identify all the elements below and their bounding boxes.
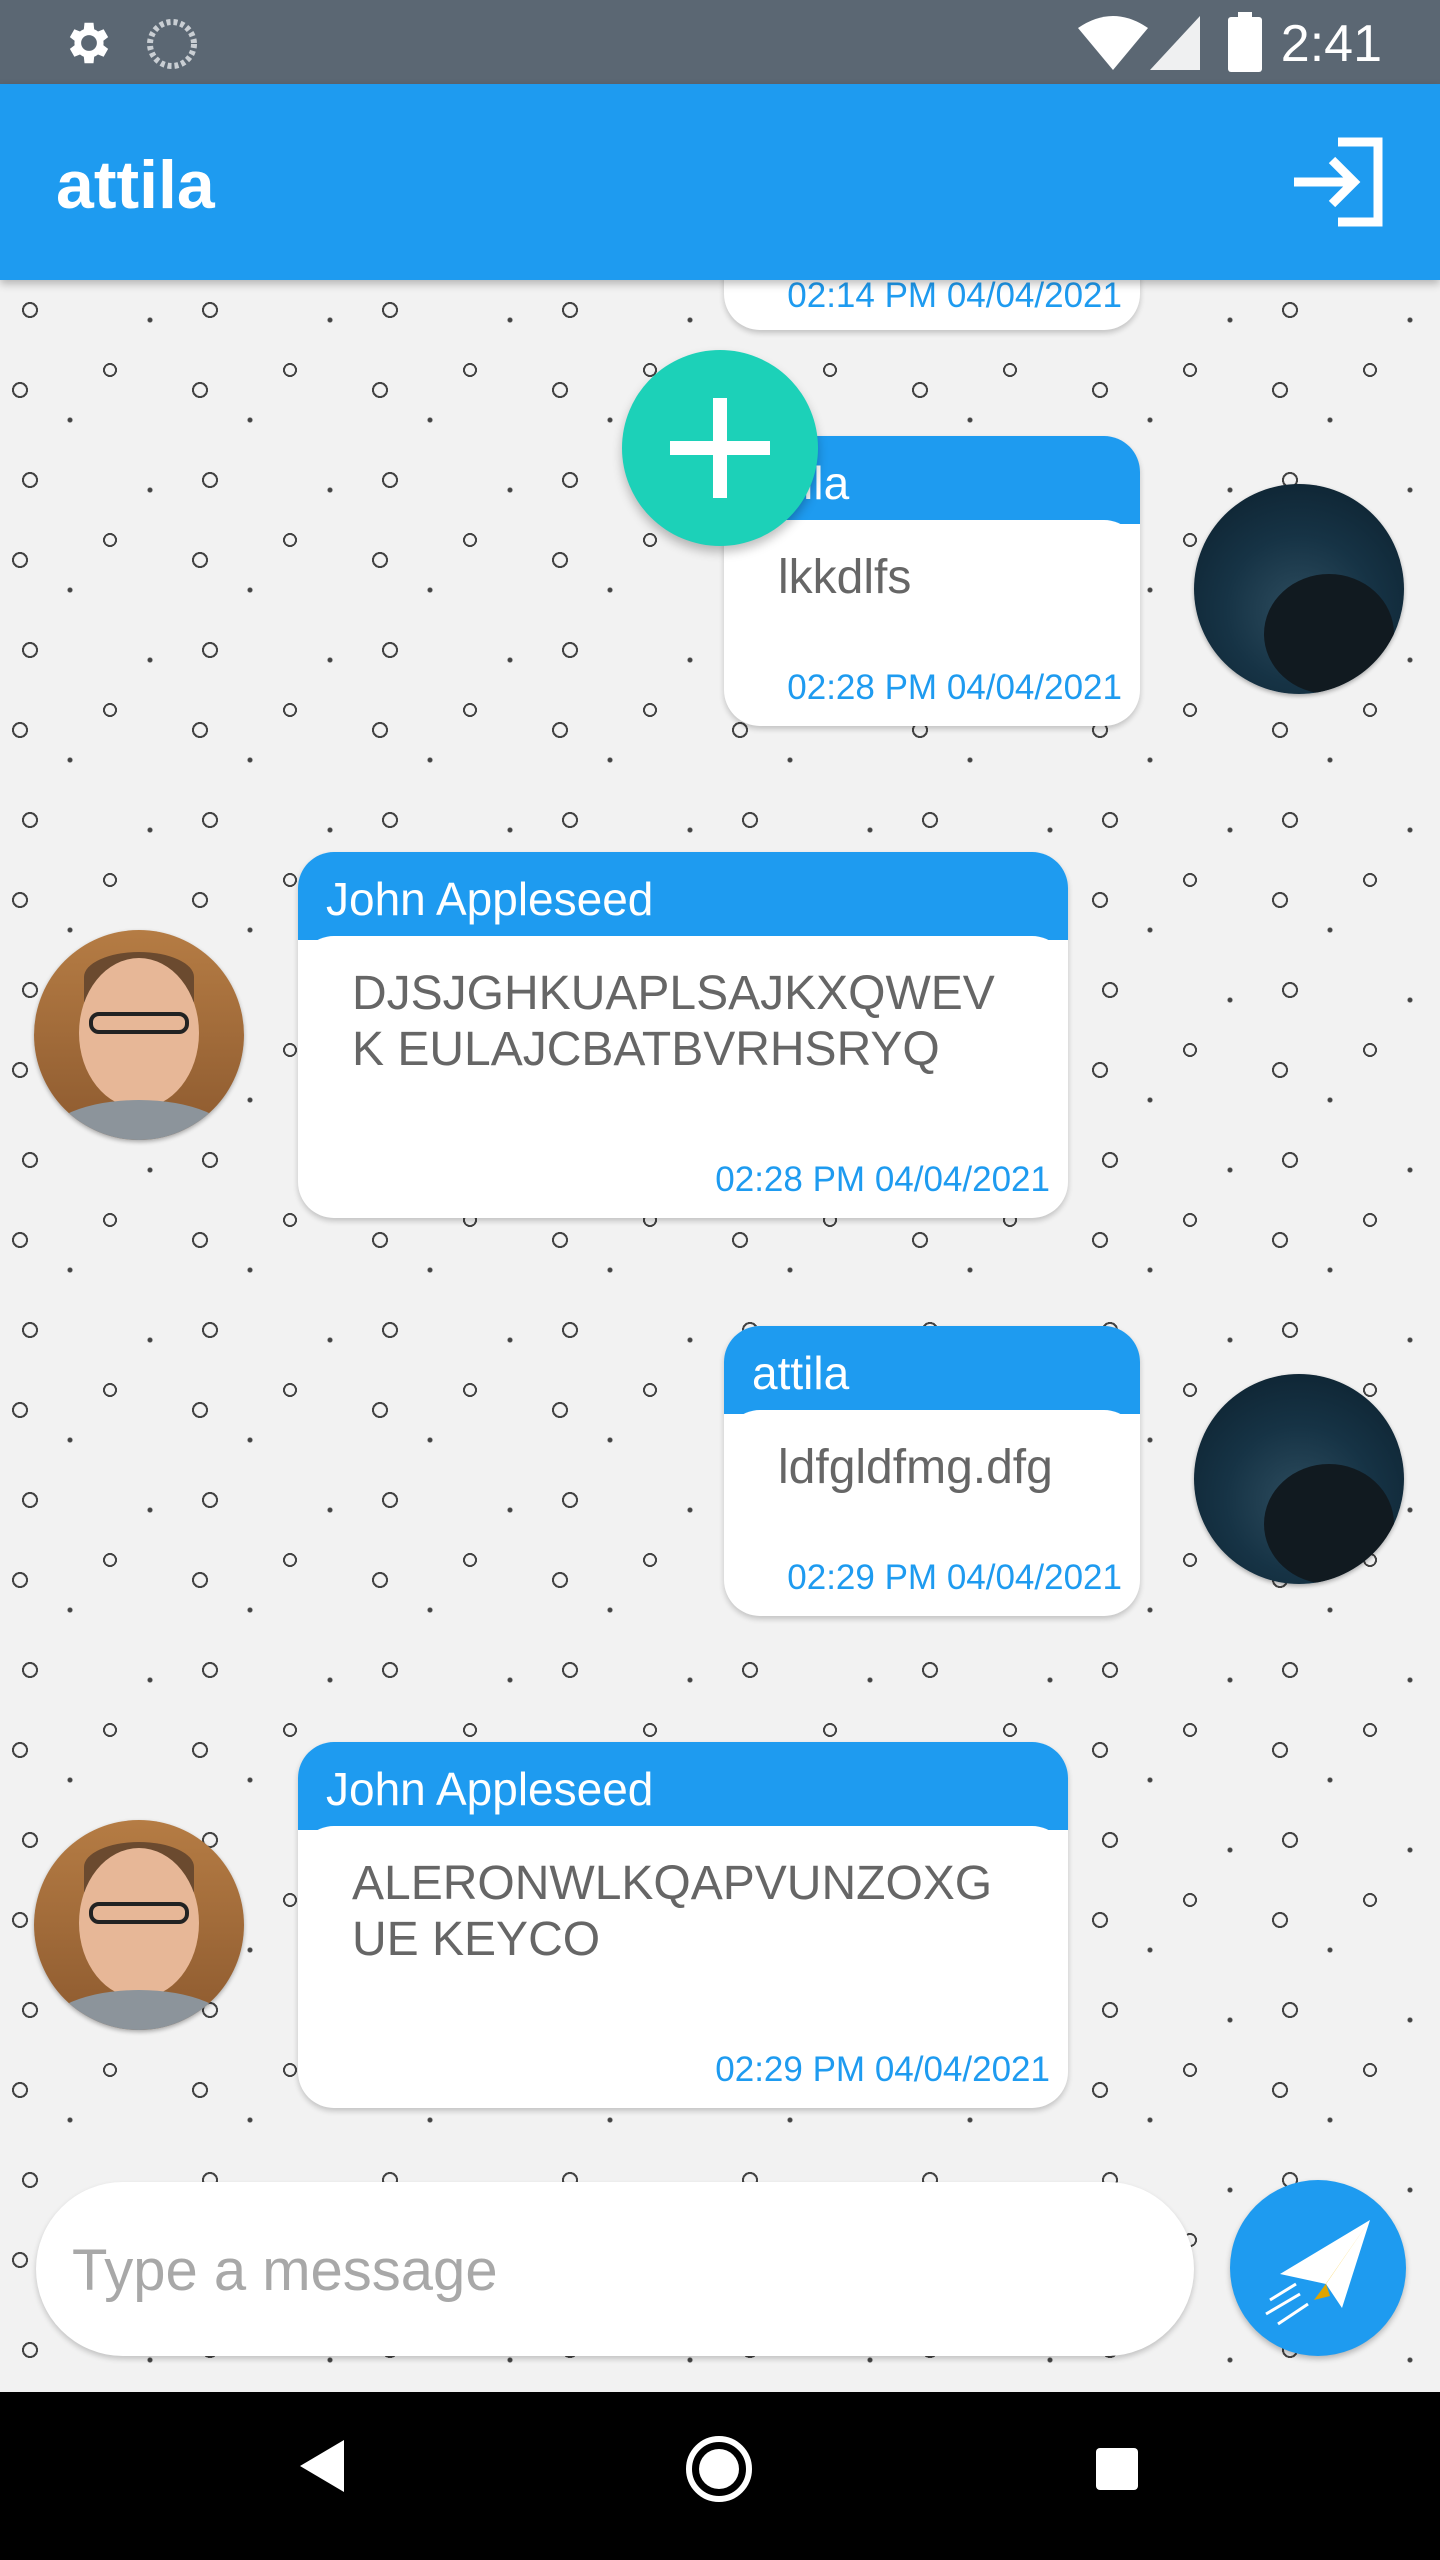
avatar: [1194, 484, 1404, 694]
status-time: 2:41: [1280, 15, 1382, 73]
message-text: DJSJGHKUAPLSAJKXQWEVK EULAJCBATBVRHSRYQ: [298, 936, 1068, 1078]
message-sender: attila: [724, 1326, 1140, 1414]
message-time: 02:14 PM 04/04/2021: [787, 280, 1122, 315]
recents-icon[interactable]: [1096, 2448, 1138, 2490]
paper-plane-icon: [1265, 2220, 1370, 2326]
settings-icon: [69, 22, 109, 64]
message-time: 02:29 PM 04/04/2021: [787, 1558, 1122, 1597]
message-bubble: John Appleseed DJSJGHKUAPLSAJKXQWEVK EUL…: [298, 852, 1068, 1218]
message-bubble: John Appleseed ALERONWLKQAPVUNZOXGUE KEY…: [298, 1742, 1068, 2108]
message-time: 02:28 PM 04/04/2021: [787, 668, 1122, 707]
message-text: ALERONWLKQAPVUNZOXGUE KEYCO: [298, 1826, 1068, 1968]
home-icon[interactable]: [684, 2434, 754, 2504]
message-input[interactable]: [70, 2182, 1154, 2358]
status-bar: 2:41: [0, 0, 1440, 84]
message-text: lkkdlfs: [724, 520, 1140, 606]
wifi-icon: [1078, 16, 1148, 70]
logout-icon[interactable]: [1290, 134, 1390, 230]
add-button[interactable]: [622, 350, 818, 546]
navigation-bar: [0, 2392, 1440, 2560]
message-time: 02:28 PM 04/04/2021: [715, 1160, 1050, 1199]
message-time: 02:29 PM 04/04/2021: [715, 2050, 1050, 2089]
message-composer: [36, 2182, 1194, 2358]
avatar: [1194, 1374, 1404, 1584]
back-icon[interactable]: [296, 2436, 348, 2496]
app-bar: attila: [0, 84, 1440, 280]
message-bubble: 02:14 PM 04/04/2021: [724, 280, 1140, 330]
page-title: attila: [56, 147, 215, 223]
message-bubble: attila ldfgldfmg.dfg 02:29 PM 04/04/2021: [724, 1326, 1140, 1616]
plus-icon: [670, 398, 770, 498]
battery-icon: [1228, 12, 1262, 72]
avatar: [34, 930, 244, 1140]
send-button[interactable]: [1230, 2180, 1406, 2356]
avatar: [34, 1820, 244, 2030]
message-text: ldfgldfmg.dfg: [724, 1410, 1140, 1496]
message-sender: John Appleseed: [298, 852, 1068, 940]
loading-icon: [147, 19, 197, 69]
chat-area[interactable]: 02:14 PM 04/04/2021 attila lkkdlfs 02:28…: [0, 280, 1440, 2390]
signal-icon: [1150, 16, 1200, 70]
message-sender: John Appleseed: [298, 1742, 1068, 1830]
